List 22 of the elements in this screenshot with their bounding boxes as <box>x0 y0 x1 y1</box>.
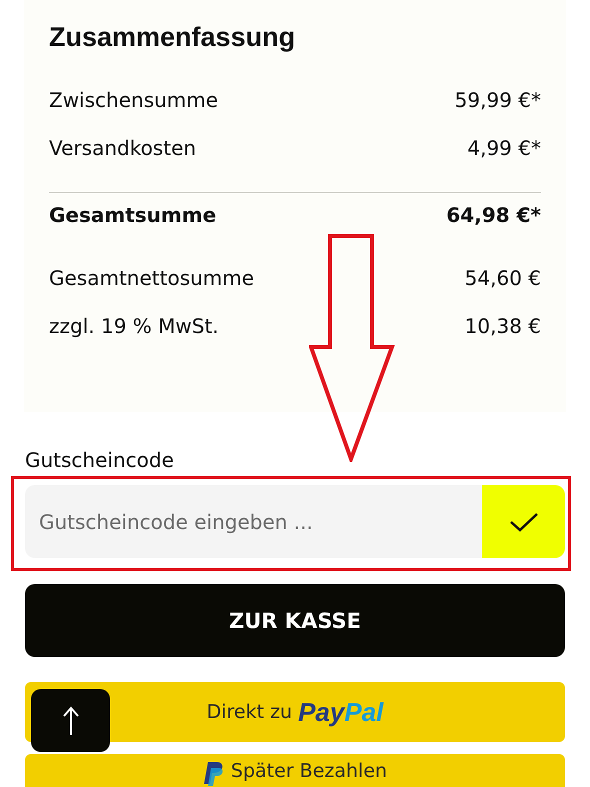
row-value: 54,60 € <box>464 266 541 292</box>
row-label: Gesamtnettosumme <box>49 266 254 292</box>
row-label: zzgl. 19 % MwSt. <box>49 314 219 340</box>
summary-title: Zusammenfassung <box>49 22 296 54</box>
checkout-button[interactable]: ZUR KASSE <box>25 584 565 657</box>
paypal-label: Direkt zu <box>206 701 292 723</box>
row-label: Gesamtsumme <box>49 203 216 229</box>
row-value: 64,98 €* <box>446 203 541 229</box>
row-value: 59,99 €* <box>454 88 541 114</box>
row-value: 4,99 €* <box>467 136 541 162</box>
pay-later-button[interactable]: Später Bezahlen <box>25 754 565 787</box>
row-label: Zwischensumme <box>49 88 218 114</box>
check-icon <box>508 510 538 532</box>
scroll-top-button[interactable] <box>31 689 110 752</box>
arrow-up-icon <box>62 706 78 736</box>
coupon-input-field[interactable]: Gutscheincode eingeben ... <box>25 485 482 558</box>
row-label: Versandkosten <box>49 136 196 162</box>
coupon-label: Gutscheincode <box>25 448 175 472</box>
pay-later-label: Später Bezahlen <box>230 760 388 782</box>
row-value: 10,38 € <box>464 314 541 340</box>
paypal-logo: PayPal <box>298 696 384 728</box>
paypal-p-icon <box>202 760 225 786</box>
